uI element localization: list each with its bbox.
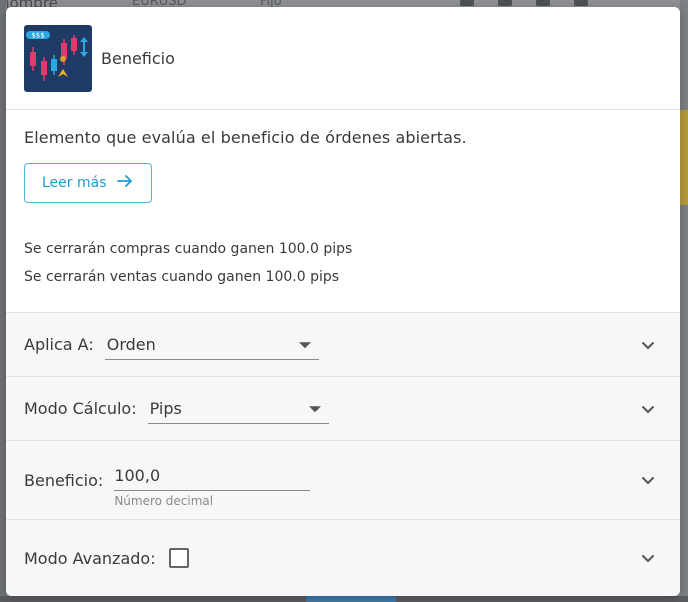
- apply-to-value: Orden: [106, 334, 156, 354]
- description-section: Elemento que evalúa el beneficio de órde…: [6, 110, 680, 313]
- chevron-down-icon[interactable]: [640, 550, 656, 566]
- calc-mode-value: Pips: [149, 398, 182, 418]
- background-toolbar-icons: [460, 0, 610, 6]
- profit-row: Beneficio: Número decimal: [6, 441, 680, 520]
- rule-text-sell: Se cerrarán ventas cuando ganen 100.0 pi…: [24, 269, 340, 285]
- chevron-down-icon[interactable]: [640, 472, 656, 488]
- info-icon: [574, 0, 588, 6]
- profit-hint: Número decimal: [114, 493, 214, 508]
- chevron-down-icon[interactable]: [640, 337, 656, 353]
- chevron-down-icon[interactable]: [640, 401, 656, 417]
- apply-to-row: Aplica A: Orden: [6, 313, 680, 377]
- lock-icon: [460, 0, 474, 6]
- read-more-button[interactable]: Leer más: [24, 163, 152, 203]
- window-icon: [536, 0, 550, 6]
- background-trigger-chip: [306, 596, 396, 602]
- icon-badge-text: $$$: [31, 31, 44, 39]
- background-right-panel: [680, 0, 688, 602]
- background-yellow-card: [680, 110, 688, 205]
- profit-label: Beneficio:: [24, 470, 104, 490]
- apply-to-label: Aplica A:: [24, 335, 94, 354]
- profit-input[interactable]: [114, 460, 311, 491]
- advanced-mode-checkbox[interactable]: [168, 548, 189, 568]
- dropdown-arrow-icon: [298, 342, 311, 349]
- dropdown-arrow-icon: [308, 406, 321, 413]
- apply-to-select[interactable]: Orden: [104, 330, 319, 360]
- element-config-modal: $$$ Beneficio Elemento que evalúa el ben…: [6, 7, 680, 596]
- calc-mode-select[interactable]: Pips: [147, 394, 329, 424]
- profit-field-wrap: Número decimal: [114, 460, 311, 508]
- arrow-right-icon: [116, 173, 133, 193]
- profit-element-icon: $$$: [24, 24, 92, 92]
- advanced-mode-label: Modo Avanzado:: [24, 548, 156, 568]
- description-text: Elemento que evalúa el beneficio de órde…: [24, 128, 467, 147]
- download-icon: [498, 0, 512, 6]
- calc-mode-label: Modo Cálculo:: [24, 399, 137, 418]
- read-more-label: Leer más: [42, 175, 107, 191]
- rule-text-buy: Se cerrarán compras cuando ganen 100.0 p…: [24, 241, 353, 257]
- calc-mode-row: Modo Cálculo: Pips: [6, 377, 680, 441]
- advanced-mode-row: Modo Avanzado:: [6, 520, 680, 596]
- modal-title: Beneficio: [101, 48, 175, 68]
- candlestick-chart-icon: $$$: [26, 30, 88, 81]
- modal-header: $$$ Beneficio: [6, 7, 680, 110]
